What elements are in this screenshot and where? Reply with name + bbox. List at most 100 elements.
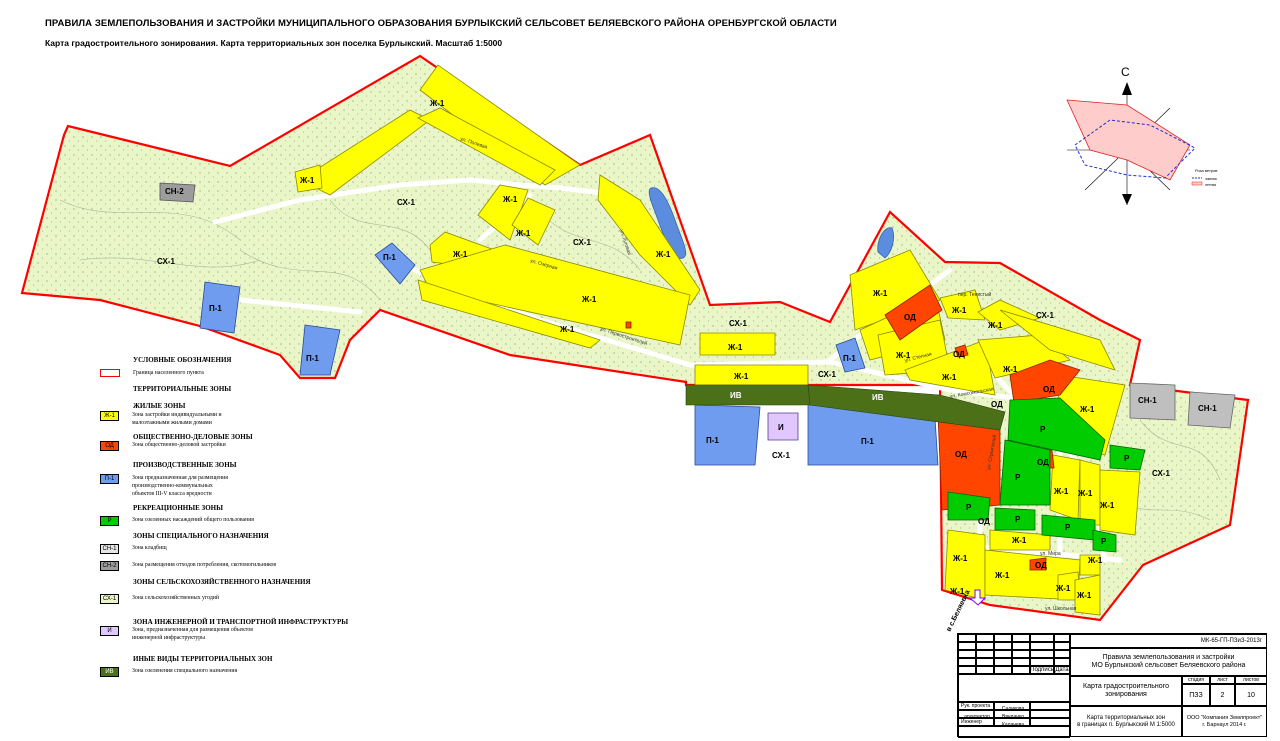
stamp-sign-header: Подпись: [1030, 666, 1054, 674]
zone-label-p1: П-1: [861, 437, 874, 446]
title-block: Подпись Дата Рук. проекта Г. А. Садикова…: [957, 633, 1267, 738]
zone-label-sx1: СХ-1: [573, 238, 591, 247]
legend-text-waste: Зона размещения отходов потребления, ско…: [132, 562, 277, 568]
zone-label-zh1: Ж-1: [727, 343, 743, 352]
zone-label-p1: П-1: [209, 304, 222, 313]
zone-label-sx1: СХ-1: [772, 451, 790, 460]
stamp-drawing: Карта территориальных зон в границах п. …: [1070, 706, 1182, 737]
zone-label-p1: П-1: [306, 354, 319, 363]
zone-label-zh1: Ж-1: [733, 372, 749, 381]
street-label: пер. Тенистый: [958, 291, 992, 298]
north-arrow-icon: [1122, 82, 1132, 95]
legend-text-agricultural: Зона сельскохозяйственных угодий: [132, 595, 220, 601]
zone-label-p1: П-1: [383, 253, 396, 262]
legend-text-greenery: Зона озеленения специального назначения: [132, 668, 238, 674]
street-label: ул. Школьная: [1045, 606, 1077, 612]
stamp-role: Гл. архитектор: [958, 710, 994, 718]
stamp-stage-header: стадия: [1182, 676, 1210, 684]
zone-label-zh1: Ж-1: [987, 321, 1003, 330]
wind-legend-summer: летняя: [1205, 183, 1216, 187]
zone-label-zh1: Ж-1: [941, 373, 957, 382]
stamp-name: Г. А. Садикова: [994, 702, 1030, 710]
stamp-sheet-title: Карта градостроительного зонирования: [1070, 676, 1182, 706]
zone-label-od: ОД: [1043, 385, 1055, 394]
zone-label-od: ОД: [955, 450, 967, 459]
stamp-stage: ПЗЗ: [1182, 684, 1210, 706]
street-label: ул. Мира: [1040, 551, 1061, 557]
zone-label-iv: ИВ: [730, 391, 742, 400]
stamp-sheet-header: лист: [1210, 676, 1235, 684]
legend-heading-agricultural: ЗОНЫ СЕЛЬСКОХОЗЯЙСТВЕННОГО НАЗНАЧЕНИЯ: [133, 578, 311, 586]
zone-label-p1: П-1: [706, 436, 719, 445]
legend-heading-industrial: ПРОИЗВОДСТВЕННЫЕ ЗОНЫ: [133, 461, 237, 469]
legend-territorial: ТЕРРИТОРИАЛЬНЫЕ ЗОНЫ: [133, 385, 232, 393]
waste-swatch: СН-2: [100, 561, 119, 571]
zone-label-zh1: Ж-1: [1079, 405, 1095, 414]
wind-legend-title: Роза ветров: [1195, 168, 1217, 173]
zone-label-zh1: Ж-1: [1076, 591, 1092, 600]
zone-label-zh1: Ж-1: [299, 176, 315, 185]
legend-text-business: Зона общественно-деловой застройки: [132, 442, 226, 448]
stamp-role: Рук. проекта: [958, 702, 994, 710]
zone-label-zh1: Ж-1: [1099, 501, 1115, 510]
zone-label-od: ОД: [953, 350, 965, 359]
stamp-sheets: 10: [1235, 684, 1267, 706]
zone-label-sx1: СХ-1: [157, 257, 175, 266]
zone-label-sx1: СХ-1: [1036, 311, 1054, 320]
legend-text-residential: Зона застройки индивидуальными и малоэта…: [132, 412, 222, 426]
zone-label-zh1: Ж-1: [1002, 365, 1018, 374]
cemetery-swatch: СН-1: [100, 544, 119, 554]
wind-legend-winter: зимняя: [1205, 177, 1217, 181]
legend-heading-recreation: РЕКРЕАЦИОННЫЕ ЗОНЫ: [133, 504, 223, 512]
legend-heading-other: ИНЫЕ ВИДЫ ТЕРРИТОРИАЛЬНЫХ ЗОН: [133, 655, 273, 663]
zone-label-zh1: Ж-1: [429, 99, 445, 108]
zone-label-zh1: Ж-1: [872, 289, 888, 298]
stamp-name: Е.Ю Вячланко: [994, 710, 1030, 718]
zone-label-sx1: СХ-1: [729, 319, 747, 328]
zone-label-sn1: СН-1: [1198, 404, 1217, 413]
stamp-sheet: 2: [1210, 684, 1235, 706]
zone-label-zh1: Ж-1: [581, 295, 597, 304]
stamp-role: Инженер: [958, 718, 994, 726]
zone-label-r: Р: [1015, 515, 1021, 524]
zone-label-zh1: Ж-1: [1077, 489, 1093, 498]
infrastructure-swatch: И: [100, 626, 119, 636]
boundary-swatch: [100, 369, 120, 377]
zone-label-zh1: Ж-1: [515, 229, 531, 238]
zone-label-sx1: СХ-1: [1152, 469, 1170, 478]
stamp-sheets-header: листов: [1235, 676, 1267, 684]
zone-label-r: Р: [1124, 454, 1130, 463]
legend-heading-special: ЗОНЫ СПЕЦИАЛЬНОГО НАЗНАЧЕНИЯ: [133, 532, 269, 540]
residential-swatch: Ж-1: [100, 411, 119, 421]
zone-label-sn1: СН-1: [1138, 396, 1157, 405]
zone-label-r: Р: [1015, 473, 1021, 482]
zone-label-zh1: Ж-1: [655, 250, 671, 259]
zone-label-r: Р: [1040, 425, 1046, 434]
zone-label-p1: П-1: [843, 354, 856, 363]
stamp-project: Правила землепользования и застройки МО …: [1070, 648, 1267, 676]
zone-label-od: ОД: [1035, 561, 1047, 570]
legend-text-cemetery: Зона кладбищ: [132, 545, 167, 551]
legend-title: УСЛОВНЫЕ ОБОЗНАЧЕНИЯ: [133, 356, 232, 364]
legend-text-infrastructure: Зона, предназначенная для размещения объ…: [132, 627, 253, 641]
legend-text-industrial: Зона предназначенная для размещения прои…: [132, 475, 228, 497]
zone-label-zh1: Ж-1: [1087, 556, 1103, 565]
zone-label-zh1: Ж-1: [1011, 536, 1027, 545]
agricultural-swatch: СХ-1: [100, 594, 119, 604]
zone-label-r: Р: [1065, 523, 1071, 532]
zone-label-zh1: Ж-1: [502, 195, 518, 204]
legend-heading-business: ОБЩЕСТВЕННО-ДЕЛОВЫЕ ЗОНЫ: [133, 433, 253, 441]
zone-label-sx1: СХ-1: [397, 198, 415, 207]
zone-label-i: И: [778, 423, 784, 432]
zone-label-zh1: Ж-1: [1055, 584, 1071, 593]
zone-label-od: ОД: [991, 400, 1003, 409]
zone-label-od: ОД: [904, 313, 916, 322]
greenery-swatch: ИВ: [100, 667, 119, 677]
zone-label-r: Р: [966, 503, 972, 512]
zone-label-zh1: Ж-1: [452, 250, 468, 259]
recreation-swatch: Р: [100, 516, 119, 526]
zone-label-od: ОД: [1037, 458, 1049, 467]
zone-label-r: Р: [1101, 537, 1107, 546]
zone-label-zh1: Ж-1: [952, 554, 968, 563]
legend-heading-infrastructure: ЗОНА ИНЖЕНЕРНОЙ И ТРАНСПОРТНОЙ ИНФРАСТРУ…: [133, 618, 349, 626]
